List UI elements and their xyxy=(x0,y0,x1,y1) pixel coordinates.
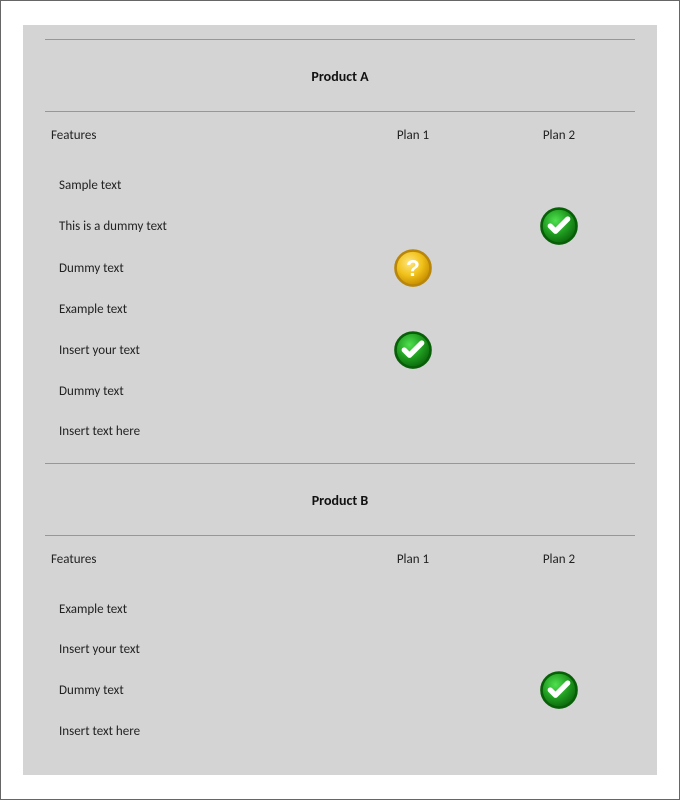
check-icon xyxy=(392,329,434,371)
plan2-cell xyxy=(489,330,629,370)
column-header-row: Features Plan 1 Plan 2 xyxy=(45,112,635,157)
feature-row: Dummy text xyxy=(59,371,629,411)
column-header-plan2: Plan 2 xyxy=(489,128,629,143)
feature-label: Example text xyxy=(59,298,337,321)
feature-row: Insert text here xyxy=(59,711,629,751)
plan1-cell xyxy=(343,165,483,205)
plan1-cell xyxy=(343,289,483,329)
feature-label: Sample text xyxy=(59,174,337,197)
feature-label: This is a dummy text xyxy=(59,215,337,238)
plan2-cell xyxy=(489,371,629,411)
plan2-cell xyxy=(489,411,629,451)
plan2-cell xyxy=(489,711,629,751)
feature-row: Dummy text xyxy=(59,669,629,711)
feature-label: Insert your text xyxy=(59,339,337,362)
feature-label: Dummy text xyxy=(59,679,337,702)
svg-text:?: ? xyxy=(406,255,420,281)
column-header-plan2: Plan 2 xyxy=(489,552,629,567)
page-frame: Product A Features Plan 1 Plan 2 Sample … xyxy=(0,0,680,800)
feature-label: Dummy text xyxy=(59,257,337,280)
plan2-cell xyxy=(489,248,629,288)
feature-row: Dummy text ? xyxy=(59,247,629,289)
column-header-plan1: Plan 1 xyxy=(343,128,483,143)
feature-row: Insert text here xyxy=(59,411,629,451)
feature-label: Insert text here xyxy=(59,420,337,443)
plan1-cell xyxy=(343,206,483,246)
question-icon: ? xyxy=(392,247,434,289)
feature-row: Insert your text xyxy=(59,629,629,669)
feature-row: Sample text xyxy=(59,165,629,205)
plan1-cell xyxy=(343,711,483,751)
column-header-plan1: Plan 1 xyxy=(343,552,483,567)
feature-label: Example text xyxy=(59,598,337,621)
plan2-cell xyxy=(489,289,629,329)
plan1-cell xyxy=(343,629,483,669)
column-header-row: Features Plan 1 Plan 2 xyxy=(45,536,635,581)
plan2-cell xyxy=(489,589,629,629)
plan2-cell xyxy=(489,669,629,711)
feature-label: Insert your text xyxy=(59,638,337,661)
column-header-features: Features xyxy=(51,128,337,143)
plan2-cell xyxy=(489,165,629,205)
feature-list: Example text Insert your text Dummy text I… xyxy=(45,581,635,763)
check-icon xyxy=(538,205,580,247)
plan1-cell xyxy=(343,670,483,710)
plan1-cell xyxy=(343,329,483,371)
plan1-cell xyxy=(343,411,483,451)
plan2-cell xyxy=(489,205,629,247)
plan1-cell xyxy=(343,371,483,411)
feature-label: Dummy text xyxy=(59,380,337,403)
feature-row: Example text xyxy=(59,289,629,329)
feature-row: Insert your text xyxy=(59,329,629,371)
feature-label: Insert text here xyxy=(59,720,337,743)
product-title: Product B xyxy=(45,464,635,535)
plan2-cell xyxy=(489,629,629,669)
check-icon xyxy=(538,669,580,711)
product-title: Product A xyxy=(45,40,635,111)
feature-row: Example text xyxy=(59,589,629,629)
feature-row: This is a dummy text xyxy=(59,205,629,247)
plan1-cell: ? xyxy=(343,247,483,289)
feature-list: Sample text This is a dummy text Dummy te… xyxy=(45,157,635,463)
content-panel: Product A Features Plan 1 Plan 2 Sample … xyxy=(23,25,657,775)
plan1-cell xyxy=(343,589,483,629)
column-header-features: Features xyxy=(51,552,337,567)
